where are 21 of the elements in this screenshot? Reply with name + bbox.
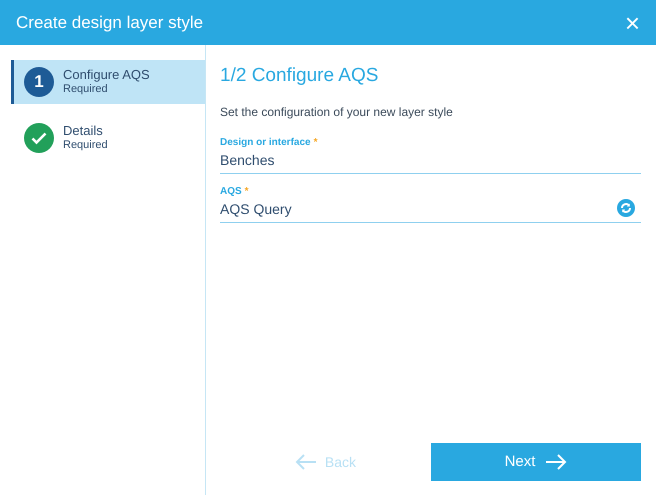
- input-field[interactable]: AQS * AQS Query: [220, 184, 641, 222]
- step-title: Configure AQS: [63, 67, 150, 84]
- step-item[interactable]: Details Required: [11, 116, 205, 160]
- arrow-left-icon: [294, 453, 317, 471]
- step-subtitle: Required: [63, 83, 109, 97]
- field-value: AQS Query: [220, 200, 292, 219]
- field-label: Design or interface: [220, 136, 311, 150]
- field-label: AQS: [220, 184, 242, 198]
- step-subtitle: Required: [63, 139, 108, 153]
- step-title: Details: [63, 123, 104, 140]
- field-value: Benches: [220, 150, 276, 170]
- refresh-icon[interactable]: [617, 198, 635, 216]
- step-number: 1: [24, 67, 54, 97]
- input-field[interactable]: Design or interface * Benches: [220, 134, 641, 174]
- step-item[interactable]: 1 Configure AQS Required: [11, 60, 205, 104]
- window-title: Create design layer style: [16, 12, 204, 34]
- required-mark: *: [244, 184, 249, 198]
- required-mark: *: [314, 136, 318, 150]
- description: Set the configuration of your new layer style: [220, 104, 454, 120]
- arrow-right-icon: [545, 453, 568, 471]
- step-heading: 1/2 Configure AQS: [220, 64, 380, 88]
